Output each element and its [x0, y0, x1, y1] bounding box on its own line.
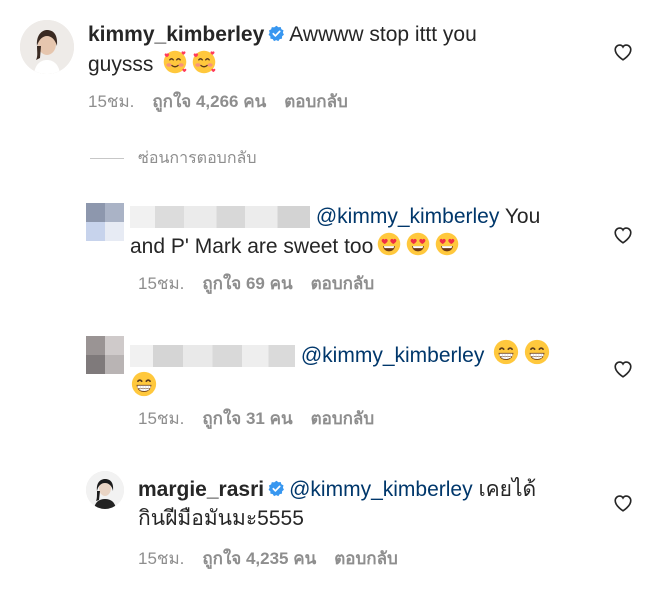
avatar[interactable] [20, 20, 74, 74]
timestamp: 15ชม. [138, 274, 185, 293]
smiling-face-with-hearts-emoji [191, 49, 217, 75]
mention-link[interactable]: @kimmy_kimberley [316, 205, 500, 228]
comment-text: kimmy_kimberley Awwww stop ittt you guyss… [88, 20, 568, 79]
comment-meta: 15ชม. ถูกใจ 69 คน ตอบกลับ [138, 270, 374, 297]
heart-eyes-emoji [376, 231, 402, 257]
heart-icon[interactable] [613, 226, 633, 244]
likes-count[interactable]: ถูกใจ 4,235 คน [202, 545, 316, 572]
avatar[interactable] [86, 203, 124, 241]
reply-comment: @kimmy_kimberley 15ชม. ถูกใจ 31 คน ตอบกล… [0, 330, 670, 440]
username[interactable]: kimmy_kimberley [88, 23, 264, 46]
heart-eyes-emoji [405, 231, 431, 257]
comment-body-line2: guysss [88, 53, 154, 76]
grinning-emoji [492, 338, 520, 366]
comment-kimmy: kimmy_kimberley Awwww stop ittt you guyss… [0, 0, 670, 120]
timestamp: 15ชม. [88, 92, 135, 111]
grinning-emoji [130, 370, 158, 398]
hide-replies-label: ซ่อนการตอบกลับ [138, 150, 257, 167]
heart-icon[interactable] [613, 43, 633, 61]
reply-comment-margie: margie_rasri @kimmy_kimberley เคยได้ กินฝ… [0, 465, 670, 575]
heart-eyes-emoji [434, 231, 460, 257]
avatar[interactable] [86, 471, 124, 509]
username-blurred[interactable] [130, 345, 295, 368]
comment-text: margie_rasri @kimmy_kimberley เคยได้ กินฝ… [138, 475, 578, 533]
comment-body: Awwww stop ittt you [289, 23, 477, 46]
reply-button[interactable]: ตอบกลับ [334, 545, 398, 572]
timestamp: 15ชม. [138, 549, 185, 568]
verified-badge-icon [268, 25, 285, 42]
mention-link[interactable]: @kimmy_kimberley [289, 478, 473, 501]
hide-replies-toggle[interactable]: ซ่อนการตอบกลับ [90, 146, 256, 171]
comment-body-line2: กินฝีมือมันมะ5555 [138, 507, 304, 530]
avatar[interactable] [86, 336, 124, 374]
likes-count[interactable]: ถูกใจ 31 คน [202, 405, 292, 432]
comment-text: @kimmy_kimberley [130, 338, 570, 402]
reply-button[interactable]: ตอบกลับ [284, 88, 348, 115]
grinning-emoji [523, 338, 551, 366]
reply-comment: @kimmy_kimberley You and P' Mark are swe… [0, 195, 670, 305]
comment-text: @kimmy_kimberley You and P' Mark are swe… [130, 202, 570, 261]
mention-link[interactable]: @kimmy_kimberley [301, 344, 485, 367]
likes-count[interactable]: ถูกใจ 69 คน [202, 270, 292, 297]
verified-badge-icon [268, 480, 285, 497]
reply-button[interactable]: ตอบกลับ [311, 270, 375, 297]
comment-meta: 15ชม. ถูกใจ 4,235 คน ตอบกลับ [138, 545, 398, 572]
comment-body: เคยได้ [478, 478, 537, 501]
comment-meta: 15ชม. ถูกใจ 4,266 คน ตอบกลับ [88, 88, 348, 115]
username-blurred[interactable] [130, 206, 310, 229]
divider [90, 158, 124, 159]
timestamp: 15ชม. [138, 409, 185, 428]
comment-body-line2: and P' Mark are sweet too [130, 235, 374, 258]
heart-icon[interactable] [613, 360, 633, 378]
reply-button[interactable]: ตอบกลับ [311, 405, 375, 432]
username[interactable]: margie_rasri [138, 478, 264, 501]
likes-count[interactable]: ถูกใจ 4,266 คน [152, 88, 266, 115]
comment-body: You [504, 205, 541, 228]
smiling-face-with-hearts-emoji [162, 49, 188, 75]
comment-meta: 15ชม. ถูกใจ 31 คน ตอบกลับ [138, 405, 374, 432]
heart-icon[interactable] [613, 494, 633, 512]
